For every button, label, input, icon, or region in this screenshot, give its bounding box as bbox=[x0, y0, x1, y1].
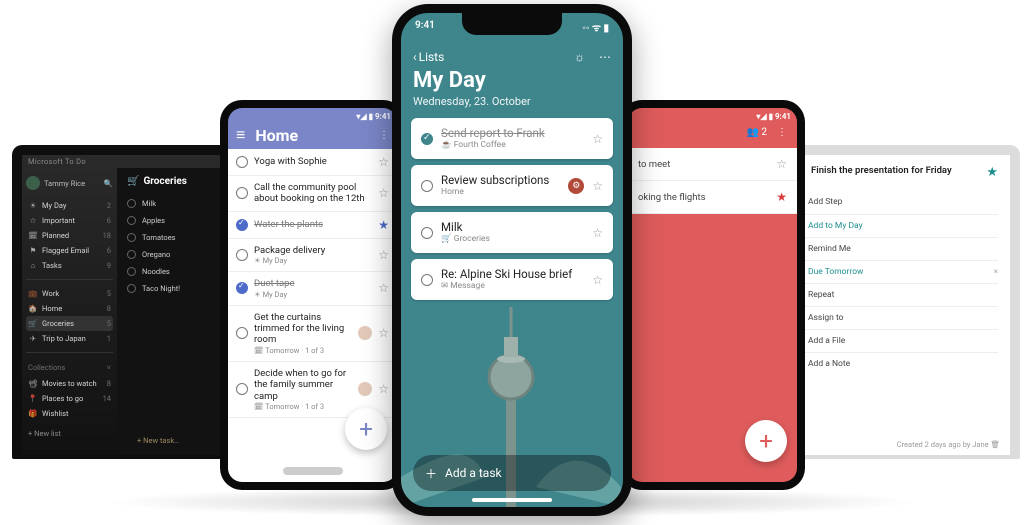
add-task-button[interactable]: + New task… bbox=[137, 436, 179, 445]
task-row[interactable]: Get the curtains trimmed for the living … bbox=[228, 306, 397, 362]
task-row[interactable]: Call the community pool about booking on… bbox=[228, 176, 397, 212]
sidebar-item[interactable]: 🏠Home8 bbox=[26, 301, 113, 316]
header: ≡ Home ⋮ bbox=[228, 123, 397, 149]
complete-checkbox[interactable] bbox=[236, 327, 248, 339]
task-row[interactable]: Package delivery☀ My Day☆ bbox=[228, 239, 397, 272]
complete-checkbox[interactable] bbox=[236, 156, 248, 168]
star-icon[interactable]: ★ bbox=[378, 218, 389, 232]
complete-checkbox[interactable] bbox=[236, 383, 248, 395]
avatar bbox=[26, 176, 40, 190]
star-icon[interactable]: ☆ bbox=[378, 155, 389, 169]
task-row[interactable]: oking the flights★ bbox=[628, 181, 797, 214]
add-task-input[interactable]: ＋ Add a task bbox=[413, 455, 611, 491]
star-icon[interactable]: ☆ bbox=[378, 186, 389, 200]
add-task-placeholder: Add a task bbox=[445, 466, 502, 480]
task-row[interactable]: Water the plants★ bbox=[228, 212, 397, 239]
star-icon[interactable]: ☆ bbox=[592, 132, 603, 146]
back-button[interactable]: ‹ Lists bbox=[413, 50, 444, 64]
sidebar-item[interactable]: ✈Trip to Japan1 bbox=[26, 331, 113, 346]
list-title: Groceries bbox=[143, 176, 186, 187]
detail-row[interactable]: 🔁Repeat bbox=[790, 283, 998, 306]
android-phone-home: ▾◢ ▮ 9:41 ≡ Home ⋮ Yoga with Sophie☆Call… bbox=[220, 100, 405, 490]
task-card[interactable]: Send report to Frank☕ Fourth Coffee☆ bbox=[411, 118, 613, 159]
star-icon[interactable]: ★ bbox=[776, 190, 787, 204]
android-phone-red: ▾◢ ▮ 9:41 👥 2 ⋮ to meet☆oking the flight… bbox=[620, 100, 805, 490]
assignee-avatar bbox=[358, 382, 372, 396]
star-icon[interactable]: ☆ bbox=[592, 273, 603, 287]
page-title: My Day bbox=[413, 68, 611, 93]
sidebar-item[interactable]: ☀My Day2 bbox=[26, 198, 113, 213]
complete-checkbox[interactable] bbox=[236, 282, 248, 294]
new-list-button[interactable]: + New list bbox=[26, 421, 113, 446]
plus-icon: ＋ bbox=[425, 465, 437, 482]
task-card[interactable]: Review subscriptionsHome⚙☆ bbox=[411, 165, 613, 206]
sidebar-item[interactable]: 💼Work5 bbox=[26, 286, 113, 301]
star-icon[interactable]: ☆ bbox=[378, 326, 389, 340]
home-indicator bbox=[472, 498, 552, 502]
nav-pill bbox=[283, 467, 343, 475]
assignee-avatar bbox=[358, 326, 372, 340]
notch bbox=[462, 13, 562, 35]
star-icon[interactable]: ☆ bbox=[378, 248, 389, 262]
page-date: Wednesday, 23. October bbox=[413, 95, 611, 108]
sidebar-item[interactable]: ☆Important6 bbox=[26, 213, 113, 228]
add-task-fab[interactable]: + bbox=[345, 408, 387, 450]
detail-row[interactable]: 📎Add a File bbox=[790, 329, 998, 352]
page-title: Home bbox=[255, 126, 298, 145]
sidebar-item[interactable]: 📍Places to go14 bbox=[26, 391, 113, 406]
chevron-left-icon: ‹ bbox=[413, 50, 417, 64]
more-icon[interactable]: ⋮ bbox=[777, 127, 787, 138]
more-icon[interactable]: ⋯ bbox=[599, 50, 611, 64]
star-icon[interactable]: ☆ bbox=[776, 157, 787, 171]
detail-row[interactable]: Add a Note bbox=[790, 352, 998, 375]
star-icon[interactable]: ☆ bbox=[378, 382, 389, 396]
status-bar: ▾◢ ▮ 9:41 bbox=[628, 108, 797, 123]
detail-row[interactable]: 👤Assign to bbox=[790, 306, 998, 329]
detail-row[interactable]: 🔔Remind Me bbox=[790, 237, 998, 260]
collections-header[interactable]: Collections˅ bbox=[26, 359, 113, 376]
sidebar-item[interactable]: ⌂Tasks9 bbox=[26, 258, 113, 273]
user-name: Tammy Rice bbox=[44, 179, 85, 188]
suggestions-icon[interactable]: ☼ bbox=[574, 50, 585, 64]
star-icon[interactable]: ☆ bbox=[378, 281, 389, 295]
sidebar-item[interactable]: 🗓Planned18 bbox=[26, 228, 113, 243]
status-bar: ▾◢ ▮ 9:41 bbox=[228, 108, 397, 123]
complete-checkbox[interactable] bbox=[421, 180, 433, 192]
share-badge[interactable]: 👥 2 bbox=[746, 127, 767, 138]
detail-row[interactable]: ☀Add to My Day bbox=[790, 214, 998, 237]
complete-checkbox[interactable] bbox=[236, 219, 248, 231]
complete-checkbox[interactable] bbox=[236, 187, 248, 199]
star-icon[interactable]: ☆ bbox=[592, 179, 603, 193]
task-card[interactable]: Milk🛒 Groceries☆ bbox=[411, 212, 613, 253]
add-task-fab[interactable]: + bbox=[745, 420, 787, 462]
complete-checkbox[interactable] bbox=[421, 133, 433, 145]
created-footer: Created 2 days ago by Jane 🗑 bbox=[897, 440, 1000, 449]
folder-icon: 🛒 bbox=[127, 176, 139, 187]
detail-row[interactable]: ＋Add Step bbox=[790, 190, 998, 214]
task-row[interactable]: Duct tape☀ My Day☆ bbox=[228, 272, 397, 305]
task-row[interactable]: Yoga with Sophie☆ bbox=[228, 149, 397, 176]
complete-checkbox[interactable] bbox=[421, 274, 433, 286]
task-list: Send report to Frank☕ Fourth Coffee☆Revi… bbox=[401, 118, 623, 300]
star-icon[interactable]: ★ bbox=[986, 165, 998, 180]
sidebar: Tammy Rice 🔍 ☀My Day2☆Important6🗓Planned… bbox=[22, 168, 117, 459]
task-card[interactable]: Re: Alpine Ski House brief✉ Message☆ bbox=[411, 259, 613, 300]
sidebar-item[interactable]: 🛒Groceries5 bbox=[26, 316, 113, 331]
menu-icon[interactable]: ≡ bbox=[236, 125, 245, 145]
more-icon[interactable]: ⋮ bbox=[379, 130, 389, 141]
user-chip[interactable]: Tammy Rice 🔍 bbox=[26, 172, 113, 198]
complete-checkbox[interactable] bbox=[421, 227, 433, 239]
category-badge: ⚙ bbox=[568, 178, 584, 194]
sidebar-item[interactable]: ⚑Flagged Email6 bbox=[26, 243, 113, 258]
task-list: to meet☆oking the flights★ bbox=[628, 148, 797, 214]
complete-checkbox[interactable] bbox=[236, 249, 248, 261]
detail-row[interactable]: 🗓Due Tomorrow× bbox=[790, 260, 998, 283]
star-icon[interactable]: ☆ bbox=[592, 226, 603, 240]
task-title[interactable]: Finish the presentation for Friday bbox=[811, 165, 978, 177]
task-row[interactable]: to meet☆ bbox=[628, 148, 797, 181]
sidebar-item[interactable]: 📽Movies to watch8 bbox=[26, 376, 113, 391]
iphone-myday: 9:41 ◦◦ ᯤ ▮ ‹ Lists ☼ ⋯ My Day Wednesday… bbox=[392, 4, 632, 516]
sidebar-item[interactable]: 🎁Wishlist bbox=[26, 406, 113, 421]
